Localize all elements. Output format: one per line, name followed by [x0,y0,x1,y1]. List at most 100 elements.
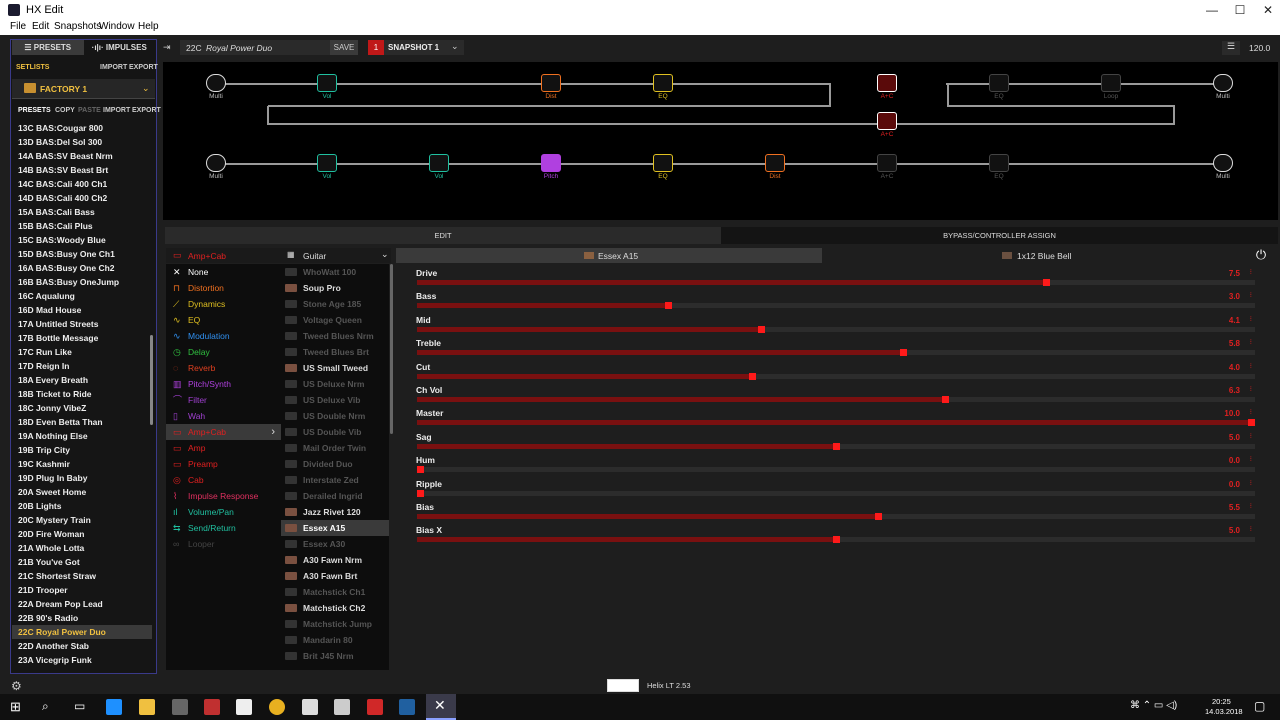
preset-item[interactable]: 16C Aqualung [12,289,152,303]
amp-model-item[interactable]: Jazz Rivet 120 [281,504,389,520]
param-slider[interactable] [417,396,1255,403]
fx-block-amp[interactable] [877,154,897,172]
setlists-export-button[interactable]: EXPORT [129,61,158,75]
category-item[interactable]: ∿ Modulation [166,328,281,344]
param-slider[interactable] [417,279,1255,286]
category-item[interactable]: ⌒ Filter [166,392,281,408]
preset-item[interactable]: 17A Untitled Streets [12,317,152,331]
fx-block-io[interactable] [206,154,226,172]
fx-block-dist[interactable] [765,154,785,172]
updown-arrows-icon[interactable]: ⁝ [1250,338,1252,346]
amp-model-item[interactable]: Mail Order Twin [281,440,389,456]
fx-block-pitch[interactable] [541,154,561,172]
param-value[interactable]: 6.3 [1229,386,1240,395]
preset-item[interactable]: 15B BAS:Cali Plus [12,219,152,233]
app-icon-2[interactable] [204,699,220,715]
preset-item[interactable]: 19B Trip City [12,443,152,457]
category-item[interactable]: ⇆ Send/Return [166,520,281,536]
amp-model-item[interactable]: Derailed Ingrid [281,488,389,504]
windows-start-icon[interactable]: ⊞ [10,699,21,715]
search-icon[interactable]: ⌕ [42,699,49,714]
amp-model-item[interactable]: Essex A15 [281,520,389,536]
subcategory-dropdown[interactable]: ▦ Guitar ⌄ [281,248,391,263]
preset-item[interactable]: 20D Fire Woman [12,527,152,541]
fx-block-io[interactable] [206,74,226,92]
param-value[interactable]: 5.0 [1229,526,1240,535]
camera-icon[interactable] [302,699,318,715]
category-item[interactable]: ▭ Preamp [166,456,281,472]
preset-item[interactable]: 15C BAS:Woody Blue [12,233,152,247]
fx-block-loop[interactable] [1101,74,1121,92]
param-value[interactable]: 5.0 [1229,433,1240,442]
gear-icon[interactable]: ⚙ [11,679,22,693]
preset-item[interactable]: 15D BAS:Busy One Ch1 [12,247,152,261]
app-icon-5[interactable] [399,699,415,715]
preset-item[interactable]: 21A Whole Lotta [12,541,152,555]
param-slider[interactable] [417,419,1255,427]
preset-item[interactable]: 16D Mad House [12,303,152,317]
param-value[interactable]: 4.1 [1229,316,1240,325]
updown-arrows-icon[interactable]: ⁝ [1250,385,1252,393]
param-value[interactable]: 5.8 [1229,339,1240,348]
menu-file[interactable]: File [10,21,26,32]
tab-impulses[interactable]: ·ı|ı· IMPULSES [84,40,156,55]
category-item[interactable]: ▭ Amp [166,440,281,456]
amp-model-item[interactable]: US Small Tweed [281,360,389,376]
fx-block-dist[interactable] [541,74,561,92]
updown-arrows-icon[interactable]: ⁝ [1250,268,1252,276]
preset-item[interactable]: 13C BAS:Cougar 800 [12,121,152,135]
category-item[interactable]: ∿ EQ [166,312,281,328]
amp-model-item[interactable]: US Double Nrm [281,408,389,424]
param-slider[interactable] [417,325,1255,333]
panel-toggle-icon[interactable]: ⇥ [163,42,171,53]
preset-item[interactable]: 18B Ticket to Ride [12,387,152,401]
amp-model-item[interactable]: Soup Pro [281,280,389,296]
menu-edit[interactable]: Edit [32,21,49,32]
preset-item[interactable]: 23A Vicegrip Funk [12,653,152,667]
fx-block-eq[interactable] [653,74,673,92]
hx-edit-taskbar-icon[interactable]: ✕ [426,694,456,720]
copy-button[interactable]: COPY [55,104,75,118]
preset-scrollbar[interactable] [150,335,153,425]
preset-item[interactable]: 21D Trooper [12,583,152,597]
fx-block-eq[interactable] [989,154,1009,172]
preset-item[interactable]: 18C Jonny VibeZ [12,401,152,415]
param-slider[interactable] [417,442,1255,450]
app-icon-3[interactable] [236,699,252,715]
preset-item[interactable]: 19D Plug In Baby [12,471,152,485]
tray-icons[interactable]: ⌘ ⌃ ▭ ◁) [1130,700,1177,711]
preset-item[interactable]: 14C BAS:Cali 400 Ch1 [12,177,152,191]
app-icon-1[interactable] [172,699,188,715]
setlist-dropdown[interactable]: FACTORY 1 ⌄ [12,79,155,99]
clock-time[interactable]: 20:25 [1212,697,1231,706]
preset-item[interactable]: 19C Kashmir [12,457,152,471]
preset-item[interactable]: 20A Sweet Home [12,485,152,499]
category-item[interactable]: ıl Volume/Pan [166,504,281,520]
menu-help[interactable]: Help [138,21,159,32]
category-item[interactable]: ◎ Cab [166,472,281,488]
explorer-icon[interactable] [139,699,155,715]
updown-arrows-icon[interactable]: ⁝ [1250,315,1252,323]
maximize-button[interactable]: ☐ [1225,0,1255,20]
param-slider[interactable] [417,349,1255,357]
preset-item[interactable]: 17B Bottle Message [12,331,152,345]
preset-item[interactable]: 20C Mystery Train [12,513,152,527]
param-value[interactable]: 10.0 [1224,409,1240,418]
category-item[interactable]: ◷ Delay [166,344,281,360]
category-item[interactable]: ⟋ Dynamics [166,296,281,312]
preset-item[interactable]: 22B 90's Radio [12,611,152,625]
preset-item[interactable]: 22A Dream Pop Lead [12,597,152,611]
fx-block-vol[interactable] [429,154,449,172]
category-item[interactable]: ▭ Amp+Cab › [166,424,281,440]
preset-item[interactable]: 17D Reign In [12,359,152,373]
calculator-icon[interactable] [334,699,350,715]
param-value[interactable]: 7.5 [1229,269,1240,278]
param-slider[interactable] [417,536,1255,544]
param-value[interactable]: 4.0 [1229,363,1240,372]
amp-model-item[interactable]: Tweed Blues Brt [281,344,389,360]
amp-model-item[interactable]: Voltage Queen [281,312,389,328]
preset-item[interactable]: 14B BAS:SV Beast Brt [12,163,152,177]
param-slider[interactable] [417,372,1255,380]
amp-model-item[interactable]: WhoWatt 100 [281,264,389,280]
amp-model-item[interactable]: Matchstick Ch2 [281,600,389,616]
